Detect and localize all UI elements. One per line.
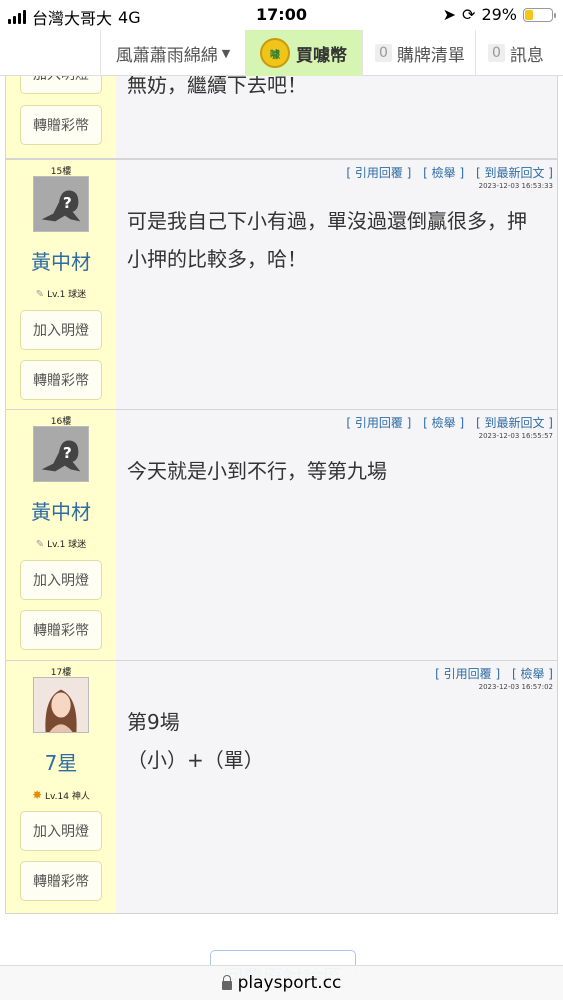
author-level: ✎ Lv.1 球迷 [6, 287, 116, 300]
post-actions: [ 引用回覆 ] [ 檢舉 ] [ 到最新回文 ] [338, 164, 553, 181]
coin-icon: 噱 [260, 38, 290, 68]
author-level: ✎ Lv.1 球迷 [6, 537, 116, 550]
level-title: 球迷 [68, 540, 87, 550]
post-body: [ 引用回覆 ] [ 檢舉 ] [ 到最新回文 ] 2023-12-03 16:… [116, 410, 557, 660]
gift-coin-button[interactable]: 轉贈彩幣 [20, 861, 102, 901]
rotation-lock-icon: ⟳ [462, 5, 476, 24]
add-light-button[interactable]: 加入明燈 [20, 310, 102, 350]
post-15: 15樓 ? 黃中材 ✎ Lv.1 球迷 加入明燈 轉贈彩幣 [ 引用回覆 ] [… [5, 159, 558, 410]
add-light-button[interactable]: 加入明燈 [20, 811, 102, 851]
pen-icon: ✎ [35, 539, 45, 550]
caret-down-icon: ▼ [221, 46, 231, 60]
post-list: 加入明燈 轉贈彩幣 無妨，繼續下去吧！ 15樓 ? 黃中材 ✎ Lv.1 球迷 … [5, 76, 558, 914]
post-16: 16樓 ? 黃中材 ✎ Lv.1 球迷 加入明燈 轉贈彩幣 [ 引用回覆 ] [… [5, 410, 558, 661]
gift-coin-button[interactable]: 轉贈彩幣 [20, 360, 102, 400]
add-light-button[interactable]: 加入明燈 [20, 560, 102, 600]
post-17: 17樓 7星 ✸ Lv.14 神人 加入明燈 轉贈彩幣 [ 引用回覆 ] [ 檢… [5, 661, 558, 914]
author-name[interactable]: 黃中材 [6, 496, 116, 525]
user-menu[interactable]: 風蕭蕭雨綿綿 ▼ [100, 30, 245, 76]
author-name[interactable]: 7星 [6, 747, 116, 776]
post-partial: 加入明燈 轉贈彩幣 無妨，繼續下去吧！ [5, 76, 558, 159]
svg-text:?: ? [63, 194, 72, 212]
messages-count-badge: 0 [488, 44, 505, 62]
url-text: playsport.cc [237, 973, 342, 993]
post-author-panel: 16樓 ? 黃中材 ✎ Lv.1 球迷 加入明燈 轉贈彩幣 [6, 410, 116, 660]
post-timestamp: 2023-12-03 16:53:33 [478, 182, 553, 190]
content-line: （小）+（單） [127, 748, 264, 772]
top-nav: 風蕭蕭雨綿綿 ▼ 噱 買噱幣 0 購牌清單 0 訊息 [0, 30, 563, 76]
add-light-button[interactable]: 加入明燈 [20, 76, 102, 94]
level-value: Lv.1 [47, 540, 66, 550]
post-actions: [ 引用回覆 ] [ 檢舉 ] [427, 665, 553, 682]
buy-coin-label: 買噱幣 [296, 45, 347, 66]
post-author-panel: 17樓 7星 ✸ Lv.14 神人 加入明燈 轉贈彩幣 [6, 661, 116, 913]
battery-icon [523, 7, 556, 22]
post-author-panel: 15樓 ? 黃中材 ✎ Lv.1 球迷 加入明燈 轉贈彩幣 [6, 160, 116, 409]
pen-icon: ✎ [35, 289, 45, 300]
level-title: 球迷 [68, 290, 87, 300]
quote-reply-link[interactable]: [ 引用回覆 ] [435, 667, 500, 681]
battery-percent: 29% [481, 5, 517, 24]
latest-reply-link[interactable]: [ 到最新回文 ] [476, 416, 553, 430]
level-value: Lv.1 [47, 290, 66, 300]
content-line: 今天就是小到不行，等第九場 [127, 459, 387, 483]
sun-badge-icon: ✸ [32, 788, 43, 802]
cart-label: 購牌清單 [396, 45, 465, 66]
post-content: 可是我自己下小有過，單沒過還倒贏很多，押 小押的比較多，哈！ [127, 202, 527, 278]
user-menu-label: 風蕭蕭雨綿綿 [115, 45, 218, 66]
cart-count-badge: 0 [375, 44, 392, 62]
user-photo-avatar[interactable] [33, 677, 89, 733]
post-body: 無妨，繼續下去吧！ [116, 76, 557, 158]
messages-label: 訊息 [509, 45, 544, 66]
default-avatar-icon[interactable]: ? [33, 426, 89, 482]
status-bar: 台灣大哥大 4G 17:00 ➤ ⟳ 29% [0, 0, 563, 30]
report-link[interactable]: [ 檢舉 ] [423, 166, 464, 180]
post-body: [ 引用回覆 ] [ 檢舉 ] 2023-12-03 16:57:02 第9場 … [116, 661, 557, 913]
post-timestamp: 2023-12-03 16:57:02 [478, 683, 553, 691]
level-title: 神人 [71, 792, 90, 802]
browser-url-bar[interactable]: playsport.cc [0, 965, 563, 1000]
report-link[interactable]: [ 檢舉 ] [512, 667, 553, 681]
default-avatar-icon[interactable]: ? [33, 176, 89, 232]
latest-reply-link[interactable]: [ 到最新回文 ] [476, 166, 553, 180]
post-timestamp: 2023-12-03 16:55:57 [478, 432, 553, 440]
quote-reply-link[interactable]: [ 引用回覆 ] [346, 166, 411, 180]
gift-coin-button[interactable]: 轉贈彩幣 [20, 105, 102, 145]
post-content: 第9場 （小）+（單） [127, 703, 264, 779]
buy-coin-button[interactable]: 噱 買噱幣 [245, 30, 362, 76]
svg-text:?: ? [63, 444, 72, 462]
post-author-panel: 加入明燈 轉贈彩幣 [6, 76, 116, 158]
quote-reply-link[interactable]: [ 引用回覆 ] [346, 416, 411, 430]
content-line: 小押的比較多，哈！ [127, 247, 307, 271]
content-line: 第9場 [127, 710, 180, 734]
post-body: [ 引用回覆 ] [ 檢舉 ] [ 到最新回文 ] 2023-12-03 16:… [116, 160, 557, 409]
level-value: Lv.14 [45, 792, 69, 802]
author-level: ✸ Lv.14 神人 [6, 788, 116, 802]
gift-coin-button[interactable]: 轉贈彩幣 [20, 610, 102, 650]
post-content: 今天就是小到不行，等第九場 [127, 452, 387, 490]
lock-icon [221, 974, 232, 990]
content-line: 可是我自己下小有過，單沒過還倒贏很多，押 [127, 209, 527, 233]
post-actions: [ 引用回覆 ] [ 檢舉 ] [ 到最新回文 ] [338, 414, 553, 431]
messages-link[interactable]: 0 訊息 [475, 30, 563, 76]
location-arrow-icon: ➤ [442, 5, 457, 24]
author-name[interactable]: 黃中材 [6, 246, 116, 275]
cart-link[interactable]: 0 購牌清單 [362, 30, 475, 76]
post-content: 無妨，繼續下去吧！ [127, 76, 307, 97]
report-link[interactable]: [ 檢舉 ] [423, 416, 464, 430]
